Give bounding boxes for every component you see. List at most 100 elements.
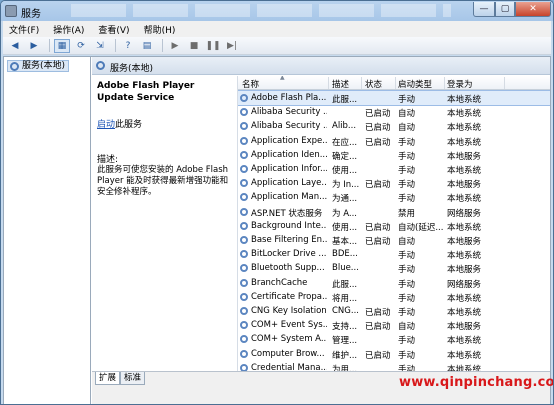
column-divider[interactable] bbox=[395, 77, 396, 89]
column-divider[interactable] bbox=[361, 77, 362, 89]
table-row[interactable]: Credential Mana... 为用... 手动 本地系统 bbox=[238, 361, 550, 371]
table-row[interactable]: Alibaba Security ... 已启动 自动 本地系统 bbox=[238, 105, 550, 119]
export-list-icon[interactable]: ⇲ bbox=[92, 39, 108, 53]
start-service-link[interactable]: 启动 bbox=[97, 120, 115, 130]
service-startup-cell: 手动 bbox=[398, 137, 416, 148]
table-row[interactable]: Application Man... 为通... 手动 本地系统 bbox=[238, 190, 550, 204]
table-row[interactable]: Application Iden... 确定... 手动 本地服务 bbox=[238, 148, 550, 162]
menu-view[interactable]: 查看(V) bbox=[98, 23, 129, 36]
toolbar-separator bbox=[49, 39, 50, 52]
console-tree-icon[interactable]: ▦ bbox=[54, 38, 70, 53]
table-row[interactable]: Bluetooth Supp... Blue... 手动 本地服务 bbox=[238, 261, 550, 275]
services-pane: 服务(本地) Adobe Flash Player Update Service… bbox=[92, 57, 550, 404]
service-gear-icon bbox=[240, 136, 248, 145]
service-logon-cell: 本地系统 bbox=[447, 194, 482, 205]
menu-help[interactable]: 帮助(H) bbox=[144, 23, 176, 36]
service-logon-cell: 本地服务 bbox=[447, 180, 482, 191]
service-startup-cell: 手动 bbox=[398, 293, 416, 304]
service-status-cell: 已启动 bbox=[365, 322, 391, 333]
service-logon-cell: 本地服务 bbox=[447, 151, 482, 162]
service-gear-icon bbox=[240, 179, 248, 188]
table-row[interactable]: BranchCache 此服... 手动 网络服务 bbox=[238, 276, 550, 290]
column-divider[interactable] bbox=[444, 77, 445, 89]
service-gear-icon bbox=[240, 221, 248, 230]
tree-item-services-local[interactable]: 服务(本地) bbox=[7, 60, 70, 72]
menu-bar: 文件(F) 操作(A) 查看(V) 帮助(H) bbox=[3, 21, 551, 37]
service-description-cell: 此服... bbox=[332, 95, 358, 105]
services-window: 服务 — ▢ ✕ 文件(F) 操作(A) 查看(V) 帮助(H) ◀ ▶ ▦ ⟳… bbox=[0, 0, 554, 405]
stop-service-icon[interactable]: ■ bbox=[186, 39, 202, 53]
table-row[interactable]: Background Inte... 使用... 已启动 自动(延迟... 本地系统 bbox=[238, 219, 550, 233]
service-name-cell: Credential Mana... bbox=[251, 362, 327, 371]
column-status[interactable]: 状态 bbox=[365, 78, 382, 90]
column-description[interactable]: 描述 bbox=[332, 78, 349, 90]
refresh-icon[interactable]: ⟳ bbox=[73, 39, 89, 53]
service-name-cell: Bluetooth Supp... bbox=[251, 263, 325, 274]
table-row[interactable]: Adobe Flash Pla... 此服... 手动 本地系统 bbox=[238, 90, 550, 106]
table-row[interactable]: Certificate Propa... 将用... 手动 本地系统 bbox=[238, 290, 550, 304]
column-log-on-as[interactable]: 登录为 bbox=[447, 78, 473, 90]
service-startup-cell: 自动 bbox=[398, 123, 416, 134]
service-status-cell: 已启动 bbox=[365, 123, 391, 134]
column-divider[interactable] bbox=[504, 77, 505, 89]
back-arrow-icon[interactable]: ◀ bbox=[7, 39, 23, 53]
service-gear-icon bbox=[240, 292, 248, 301]
service-name-cell: Certificate Propa... bbox=[251, 291, 327, 302]
help-icon[interactable]: ? bbox=[120, 39, 136, 53]
service-description-cell: 支持... bbox=[332, 322, 358, 333]
service-gear-icon bbox=[240, 165, 248, 173]
table-row[interactable]: Base Filtering En... 基本... 已启动 自动 本地服务 bbox=[238, 233, 550, 247]
column-name[interactable]: 名称 bbox=[242, 78, 259, 90]
table-row[interactable]: ASP.NET 状态服务为 A... 禁用 网络服务 bbox=[238, 205, 550, 219]
taskbar-ghost bbox=[71, 4, 451, 17]
pane-header: 服务(本地) bbox=[92, 57, 550, 75]
toolbar: ◀ ▶ ▦ ⟳ ⇲ ? ▤ ▶ ■ ❚❚ ▶| bbox=[3, 37, 551, 55]
tab-standard[interactable]: 标准 bbox=[120, 372, 146, 385]
service-description-cell: BDE... bbox=[332, 249, 358, 260]
content-area: 服务(本地) 服务(本地) Adobe Flash Player Update … bbox=[3, 56, 551, 404]
description-text: 此服务可使您安装的 Adobe Flash Player 能及时获得最新增强功能… bbox=[97, 165, 229, 197]
table-row[interactable]: Application Expe... 在应... 已启动 手动 本地系统 bbox=[238, 134, 550, 148]
column-divider[interactable] bbox=[328, 77, 329, 89]
service-gear-icon bbox=[240, 94, 248, 102]
service-logon-cell: 本地系统 bbox=[447, 350, 482, 361]
table-row[interactable]: Application Infor... 使用... 手动 本地系统 bbox=[238, 162, 550, 176]
service-gear-icon bbox=[240, 335, 248, 344]
menu-file[interactable]: 文件(F) bbox=[9, 23, 39, 36]
maximize-button[interactable]: ▢ bbox=[495, 2, 515, 17]
service-logon-cell: 本地系统 bbox=[447, 137, 482, 148]
table-row[interactable]: BitLocker Drive ... BDE... 手动 本地系统 bbox=[238, 247, 550, 261]
table-row[interactable]: Alibaba Security ... Alib... 已启动 自动 本地系统 bbox=[238, 119, 550, 133]
minimize-button[interactable]: — bbox=[473, 2, 495, 17]
title-bar[interactable]: 服务 — ▢ ✕ bbox=[1, 1, 553, 21]
service-logon-cell: 本地系统 bbox=[447, 293, 482, 304]
service-logon-cell: 本地服务 bbox=[447, 265, 482, 276]
service-startup-cell: 手动 bbox=[398, 364, 416, 371]
table-row[interactable]: CNG Key Isolation CNG... 已启动 手动 本地系统 bbox=[238, 304, 550, 318]
pause-service-icon[interactable]: ❚❚ bbox=[205, 39, 221, 53]
service-startup-cell: 手动 bbox=[398, 251, 416, 262]
service-gear-icon bbox=[240, 250, 248, 259]
restart-service-icon[interactable]: ▶| bbox=[224, 39, 240, 53]
table-row[interactable]: COM+ System A... 管理... 手动 本地系统 bbox=[238, 332, 550, 346]
menu-action[interactable]: 操作(A) bbox=[53, 23, 84, 36]
close-button[interactable]: ✕ bbox=[515, 2, 551, 17]
service-description-cell: Alib... bbox=[332, 121, 357, 132]
start-service-icon[interactable]: ▶ bbox=[167, 39, 183, 53]
service-logon-cell: 网络服务 bbox=[447, 279, 482, 290]
tab-extended[interactable]: 扩展 bbox=[95, 372, 121, 385]
service-name-cell: COM+ Event Sys... bbox=[251, 320, 327, 331]
table-row[interactable]: Computer Brow... 维护... 已启动 手动 本地系统 bbox=[238, 347, 550, 361]
service-logon-cell: 本地系统 bbox=[447, 364, 482, 371]
service-logon-cell: 本地服务 bbox=[447, 237, 482, 247]
table-row[interactable]: COM+ Event Sys... 支持... 已启动 自动 本地服务 bbox=[238, 318, 550, 332]
table-row[interactable]: Application Laye... 为 In... 已启动 手动 本地服务 bbox=[238, 176, 550, 190]
column-startup-type[interactable]: 启动类型 bbox=[398, 78, 432, 90]
gear-icon bbox=[96, 61, 105, 70]
forward-arrow-icon[interactable]: ▶ bbox=[26, 39, 42, 53]
service-logon-cell: 本地服务 bbox=[447, 322, 482, 333]
service-startup-cell: 禁用 bbox=[398, 208, 416, 219]
service-name-cell: Adobe Flash Pla... bbox=[251, 93, 327, 103]
service-startup-cell: 手动 bbox=[398, 308, 416, 318]
properties-icon[interactable]: ▤ bbox=[139, 39, 155, 53]
